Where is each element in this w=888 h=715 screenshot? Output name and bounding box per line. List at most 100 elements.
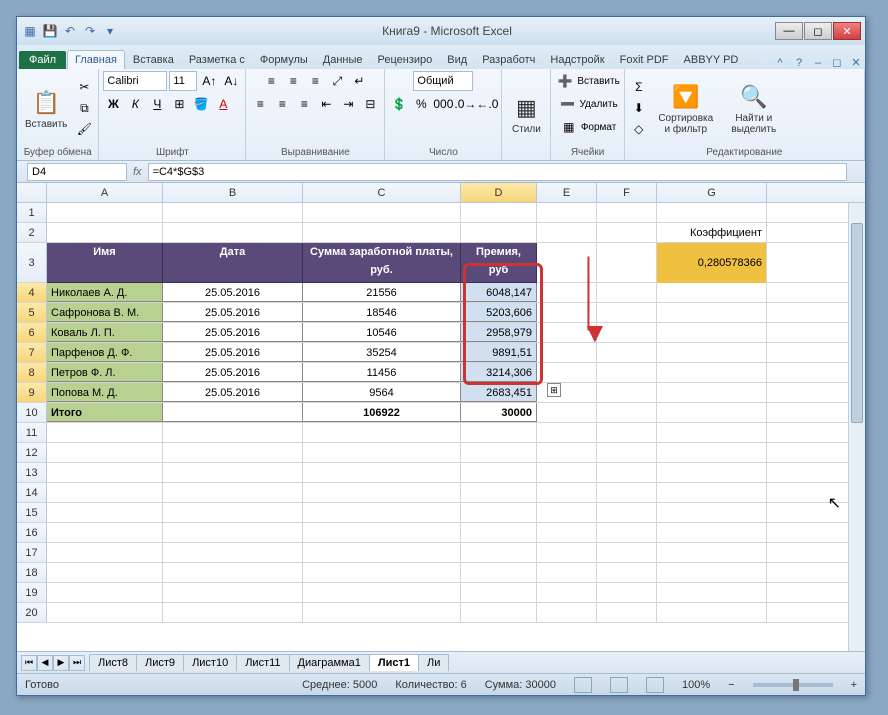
- fill-color-icon[interactable]: 🪣: [191, 94, 211, 114]
- salary-cell[interactable]: 10546: [303, 323, 461, 342]
- cell[interactable]: [163, 403, 303, 422]
- cell[interactable]: [163, 543, 303, 562]
- cell[interactable]: [597, 503, 657, 522]
- cell[interactable]: [597, 443, 657, 462]
- cell[interactable]: [657, 523, 767, 542]
- view-normal-icon[interactable]: [574, 677, 592, 693]
- table-header-cell[interactable]: Сумма заработной платы, руб.: [303, 243, 461, 283]
- row-header[interactable]: 4: [17, 283, 47, 302]
- table-header-cell[interactable]: Премия, руб: [461, 243, 537, 283]
- cell[interactable]: [461, 203, 537, 222]
- column-header-B[interactable]: B: [163, 183, 303, 202]
- sort-filter-button[interactable]: 🔽 Сортировка и фильтр: [652, 79, 720, 137]
- italic-icon[interactable]: К: [125, 94, 145, 114]
- cell[interactable]: [657, 203, 767, 222]
- border-icon[interactable]: ⊞: [169, 94, 189, 114]
- cell[interactable]: [47, 603, 163, 622]
- cell[interactable]: [47, 503, 163, 522]
- name-cell[interactable]: Сафронова В. М.: [47, 303, 163, 322]
- cell[interactable]: [47, 203, 163, 222]
- align-center-icon[interactable]: ≡: [272, 94, 292, 114]
- formula-bar[interactable]: =C4*$G$3: [148, 163, 847, 181]
- date-cell[interactable]: 25.05.2016: [163, 283, 303, 302]
- cell[interactable]: [537, 383, 597, 402]
- cell[interactable]: [47, 523, 163, 542]
- orientation-icon[interactable]: ⤢: [327, 71, 347, 91]
- cell[interactable]: [537, 463, 597, 482]
- row-header[interactable]: 12: [17, 443, 47, 462]
- tab-abbyy[interactable]: ABBYY PD: [677, 51, 746, 69]
- cell[interactable]: [163, 583, 303, 602]
- cell[interactable]: [537, 583, 597, 602]
- date-cell[interactable]: 25.05.2016: [163, 323, 303, 342]
- cut-icon[interactable]: ✂: [74, 77, 94, 97]
- bonus-cell[interactable]: 2958,979: [461, 323, 537, 342]
- tab-review[interactable]: Рецензиро: [371, 51, 440, 69]
- align-top-icon[interactable]: ≡: [261, 71, 281, 91]
- cell[interactable]: [461, 543, 537, 562]
- cell[interactable]: [303, 423, 461, 442]
- cell[interactable]: [163, 443, 303, 462]
- row-header[interactable]: 1: [17, 203, 47, 222]
- cell[interactable]: [537, 443, 597, 462]
- tab-developer[interactable]: Разработч: [475, 51, 542, 69]
- delete-cells-icon[interactable]: ➖: [557, 94, 577, 114]
- sheet-nav-prev-icon[interactable]: ◀: [37, 655, 53, 671]
- cell[interactable]: [163, 603, 303, 622]
- cell[interactable]: [163, 423, 303, 442]
- zoom-slider[interactable]: [753, 683, 833, 687]
- salary-cell[interactable]: 11456: [303, 363, 461, 382]
- cell[interactable]: [303, 223, 461, 242]
- tab-view[interactable]: Вид: [440, 51, 474, 69]
- cell[interactable]: [303, 563, 461, 582]
- sheet-tab[interactable]: Лист11: [236, 654, 289, 671]
- date-cell[interactable]: 25.05.2016: [163, 383, 303, 402]
- row-header[interactable]: 17: [17, 543, 47, 562]
- salary-cell[interactable]: 21556: [303, 283, 461, 302]
- cell[interactable]: [657, 423, 767, 442]
- view-layout-icon[interactable]: [610, 677, 628, 693]
- cell[interactable]: [461, 443, 537, 462]
- cell[interactable]: [47, 583, 163, 602]
- increase-font-icon[interactable]: A↑: [199, 71, 219, 91]
- cell[interactable]: [47, 423, 163, 442]
- cell[interactable]: [657, 363, 767, 382]
- tab-data[interactable]: Данные: [316, 51, 370, 69]
- cell[interactable]: [47, 443, 163, 462]
- cell[interactable]: [461, 223, 537, 242]
- cell[interactable]: [597, 543, 657, 562]
- column-header-C[interactable]: C: [303, 183, 461, 202]
- cell[interactable]: [657, 483, 767, 502]
- decrease-indent-icon[interactable]: ⇤: [316, 94, 336, 114]
- row-header[interactable]: 15: [17, 503, 47, 522]
- cell[interactable]: [47, 223, 163, 242]
- increase-decimal-icon[interactable]: .0→: [455, 94, 475, 114]
- minimize-ribbon-icon[interactable]: ^: [771, 57, 789, 69]
- paste-button[interactable]: 📋 Вставить: [21, 85, 71, 132]
- cell[interactable]: [163, 563, 303, 582]
- vertical-scrollbar[interactable]: [848, 203, 865, 651]
- save-icon[interactable]: 💾: [41, 22, 59, 40]
- cell[interactable]: [537, 483, 597, 502]
- cell[interactable]: [657, 303, 767, 322]
- autosum-icon[interactable]: Σ: [629, 77, 649, 97]
- align-left-icon[interactable]: ≡: [250, 94, 270, 114]
- cell[interactable]: [657, 403, 767, 422]
- cell[interactable]: [303, 443, 461, 462]
- merge-icon[interactable]: ⊟: [360, 94, 380, 114]
- cell[interactable]: [597, 583, 657, 602]
- format-cells-icon[interactable]: ▦: [559, 117, 579, 137]
- cell[interactable]: [657, 603, 767, 622]
- sheet-nav-next-icon[interactable]: ▶: [53, 655, 69, 671]
- cell[interactable]: [597, 563, 657, 582]
- cell[interactable]: [47, 563, 163, 582]
- cell[interactable]: [303, 583, 461, 602]
- salary-cell[interactable]: 35254: [303, 343, 461, 362]
- cell[interactable]: [537, 423, 597, 442]
- cell[interactable]: [657, 583, 767, 602]
- name-cell[interactable]: Парфенов Д. Ф.: [47, 343, 163, 362]
- cell[interactable]: [303, 483, 461, 502]
- tab-layout[interactable]: Разметка с: [182, 51, 252, 69]
- zoom-out-icon[interactable]: −: [728, 679, 734, 691]
- sheet-nav-last-icon[interactable]: ⏭: [69, 655, 85, 671]
